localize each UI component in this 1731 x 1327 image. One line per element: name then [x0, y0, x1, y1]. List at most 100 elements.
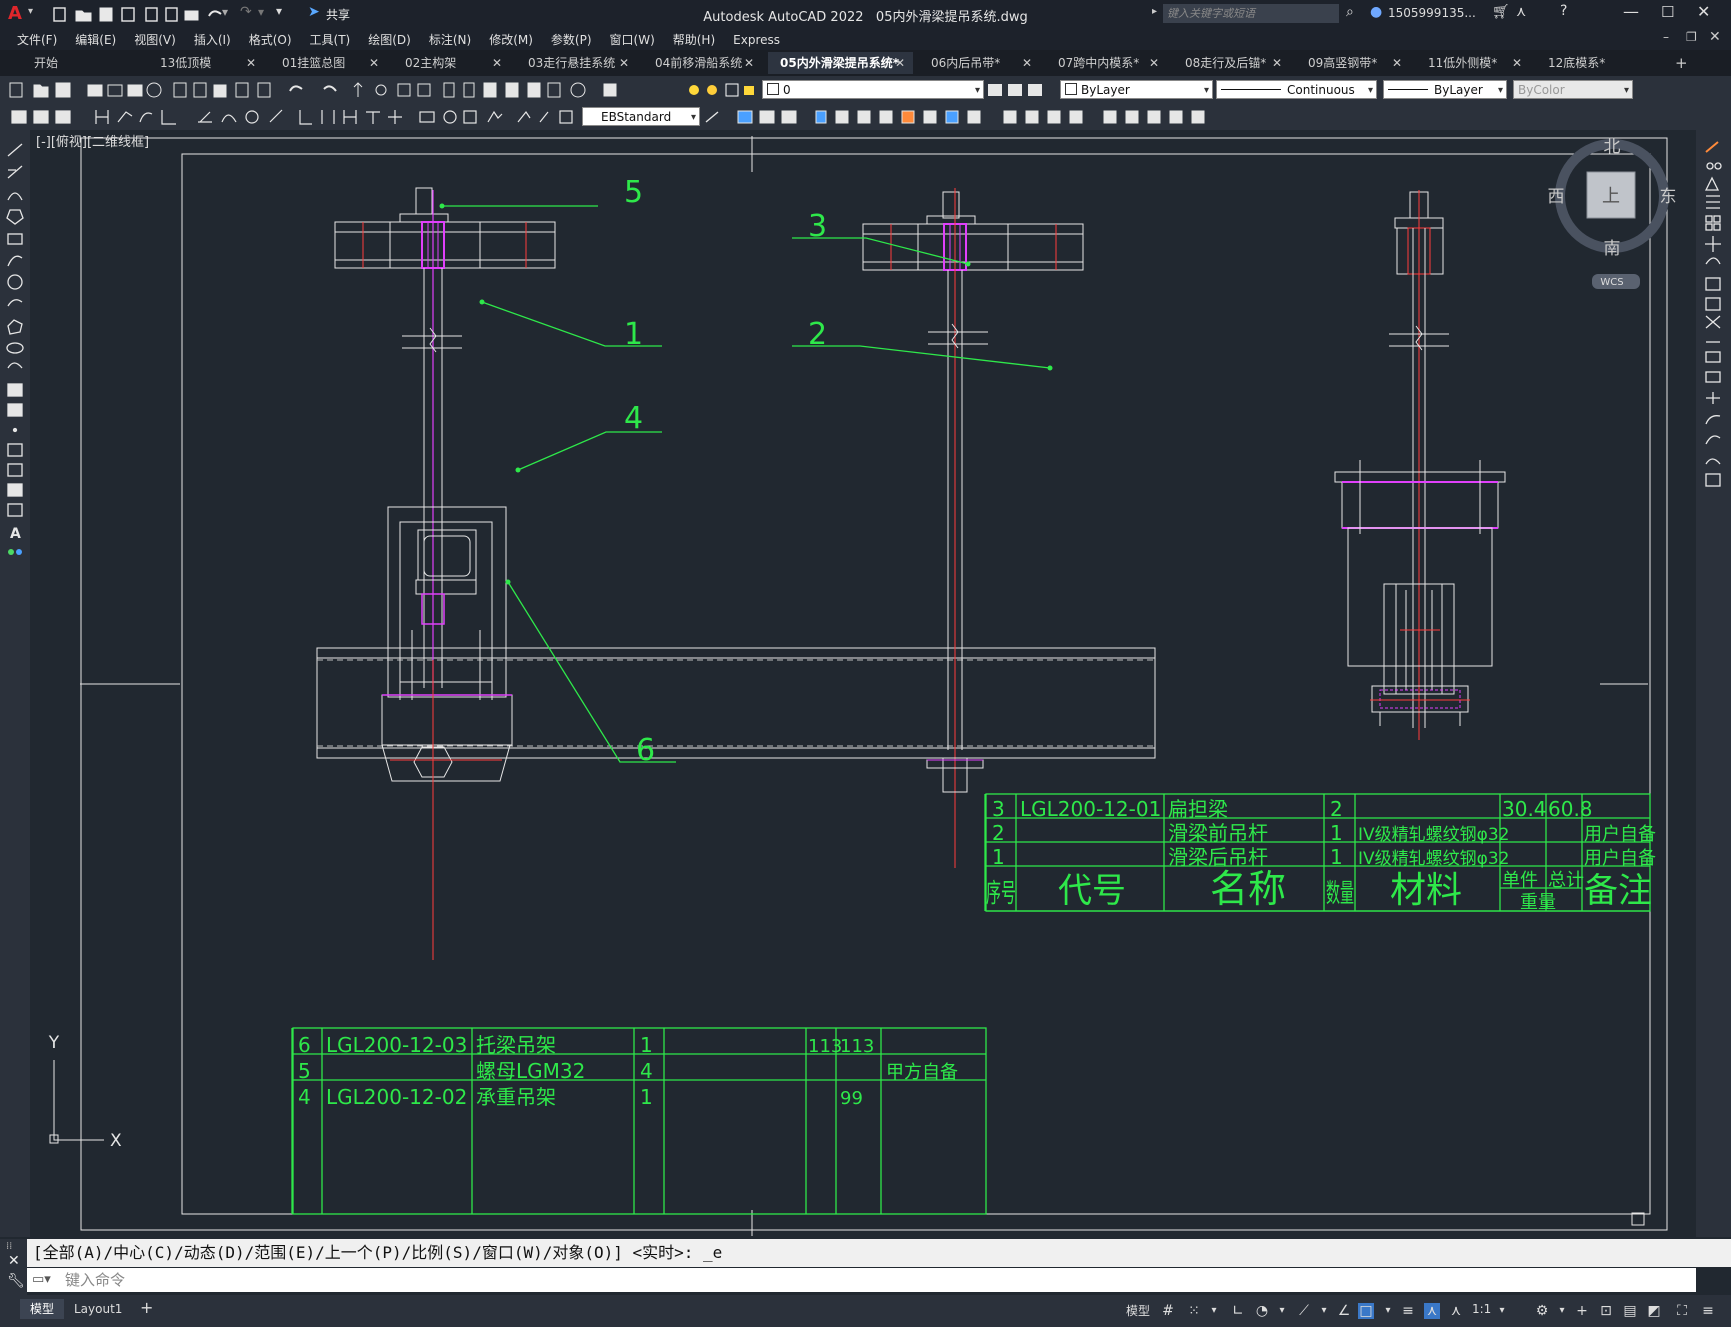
user-icon[interactable]: ● — [1370, 4, 1382, 20]
command-input[interactable]: 键入命令 — [27, 1268, 1696, 1292]
user-account[interactable]: 1505999135... — [1388, 6, 1476, 20]
menu-item-5[interactable]: 工具(T) — [301, 28, 360, 51]
lineweight-icon[interactable]: ≡ — [1400, 1303, 1416, 1319]
auto-scale-icon[interactable]: ⋏ — [1448, 1303, 1464, 1319]
viewcube[interactable]: 上 北 南 东 西 WCS — [1548, 137, 1677, 289]
menu-item-0[interactable]: 文件(F) — [8, 28, 66, 51]
share-icon[interactable]: ➤ — [308, 4, 320, 20]
menu-item-7[interactable]: 标注(N) — [420, 28, 480, 51]
tab-close-icon[interactable]: ✕ — [895, 52, 905, 74]
linetype-dropdown[interactable]: Continuous ▾ — [1216, 80, 1377, 99]
cmd-settings-icon[interactable]: 🔧︎ — [7, 1273, 25, 1289]
model-space-label[interactable]: 模型 — [1126, 1302, 1150, 1319]
viewport-controls-label[interactable]: [-][俯视][二维线框] — [36, 134, 149, 150]
file-tab-7[interactable]: 06内后吊带* ✕ — [919, 52, 1040, 74]
layer-dropdown[interactable]: 0 ▾ — [762, 80, 984, 99]
menu-item-3[interactable]: 插入(I) — [185, 28, 240, 51]
workspace-dropdown-icon[interactable]: ▾ — [1554, 1303, 1570, 1319]
quick-properties-icon[interactable]: ▤ — [1622, 1303, 1638, 1319]
cmd-prompt-icon[interactable]: ▭▾ — [32, 1272, 51, 1287]
share-button[interactable]: 共享 — [326, 6, 350, 23]
ortho-icon[interactable]: ∟ — [1230, 1303, 1246, 1319]
close-window-icon[interactable]: ✕ — [1697, 2, 1710, 21]
drawing-canvas[interactable]: [-][俯视][二维线框] 5 3 1 2 4 6 3 LGL200-12-01… — [30, 130, 1696, 1237]
file-tab-1[interactable]: 13低顶模 ✕ — [148, 52, 264, 74]
annotation-scale[interactable]: 1:1 — [1472, 1302, 1491, 1316]
file-tab-3[interactable]: 02主构架 ✕ — [393, 52, 510, 74]
layer-state-icons[interactable] — [686, 81, 756, 99]
object-snap-dropdown-icon[interactable]: ▾ — [1380, 1303, 1396, 1319]
lineweight-dropdown[interactable]: ByLayer ▾ — [1383, 80, 1507, 99]
tab-close-icon[interactable]: ✕ — [1512, 52, 1522, 74]
undo-dropdown-icon[interactable]: ▾ — [222, 5, 228, 19]
polar-dropdown-icon[interactable]: ▾ — [1274, 1303, 1290, 1319]
compass-east[interactable]: 东 — [1660, 187, 1677, 207]
file-tab-10[interactable]: 09高竖钢带* ✕ — [1296, 52, 1410, 74]
file-tab-5[interactable]: 04前移滑船系统 ✕ — [643, 52, 762, 74]
file-tab-9[interactable]: 08走行及后锚* ✕ — [1173, 52, 1290, 74]
menu-item-8[interactable]: 修改(M) — [480, 28, 542, 51]
file-tab-2[interactable]: 01挂篮总图 ✕ — [270, 52, 387, 74]
draw-toolbar-icons[interactable]: A — [0, 140, 30, 600]
dimension-toolbar-icons[interactable] — [8, 108, 578, 126]
tab-close-icon[interactable]: ✕ — [369, 52, 379, 74]
add-layout-icon[interactable]: + — [140, 1298, 153, 1317]
color-dropdown[interactable]: ByLayer ▾ — [1060, 80, 1213, 99]
tab-close-icon[interactable]: ✕ — [1392, 52, 1402, 74]
snap-dropdown-icon[interactable]: ▾ — [1206, 1303, 1222, 1319]
snap-icon[interactable]: ⁙ — [1186, 1303, 1202, 1319]
file-tab-11[interactable]: 11低外侧模* ✕ — [1416, 52, 1530, 74]
tab-close-icon[interactable]: ✕ — [744, 52, 754, 74]
grid-icon[interactable]: # — [1160, 1303, 1176, 1319]
redo-icon[interactable]: ↷ — [240, 4, 252, 20]
isodraft-dropdown-icon[interactable]: ▾ — [1316, 1303, 1332, 1319]
isolate-objects-icon[interactable]: ◩ — [1646, 1303, 1662, 1319]
tab-close-icon[interactable]: ✕ — [492, 52, 502, 74]
menu-item-9[interactable]: 参数(P) — [542, 28, 601, 51]
doc-minimize-icon[interactable]: – — [1663, 30, 1669, 44]
compass-north[interactable]: 北 — [1604, 137, 1621, 157]
menu-item-12[interactable]: Express — [724, 30, 789, 50]
model-tab[interactable]: 模型 — [20, 1299, 65, 1319]
object-snap-tracking-icon[interactable]: ∠ — [1336, 1303, 1352, 1319]
customization-icon[interactable]: ≡ — [1700, 1303, 1716, 1319]
cart-icon[interactable]: 🛒︎ — [1492, 4, 1510, 20]
customize-qat-icon[interactable]: ▾ — [276, 4, 282, 18]
tab-close-icon[interactable]: ✕ — [246, 52, 256, 74]
compass-south[interactable]: 南 — [1604, 239, 1621, 259]
standard-toolbar-icons[interactable] — [8, 81, 688, 99]
new-tab-icon[interactable]: + — [1675, 54, 1688, 72]
file-tab-8[interactable]: 07跨中内模系* ✕ — [1046, 52, 1167, 74]
annotation-scale-dropdown-icon[interactable]: ▾ — [1494, 1303, 1510, 1319]
maximize-window-icon[interactable]: ☐ — [1661, 3, 1674, 21]
file-tab-12[interactable]: 12底模系* — [1536, 52, 1686, 74]
tab-close-icon[interactable]: ✕ — [1272, 52, 1282, 74]
compass-west[interactable]: 西 — [1548, 187, 1565, 207]
layer-tools-icons[interactable] — [984, 81, 1048, 99]
menu-item-11[interactable]: 帮助(H) — [664, 28, 724, 51]
units-icon[interactable]: ⊡ — [1598, 1303, 1614, 1319]
polar-icon[interactable]: ◔ — [1254, 1303, 1270, 1319]
help-icon[interactable]: ? — [1560, 3, 1567, 19]
file-tab-0[interactable]: 开始 — [22, 52, 142, 74]
search-expand-icon[interactable]: ▸ — [1152, 6, 1157, 17]
app-menu-chevron-icon[interactable]: ▾ — [28, 6, 33, 17]
save-as-icon[interactable] — [160, 5, 176, 21]
cmd-close-icon[interactable]: ✕ — [8, 1253, 20, 1269]
modify-toolbar-icons[interactable] — [704, 108, 1224, 126]
cmd-grip-icon[interactable]: ⁞⁞ — [6, 1241, 12, 1252]
plotstyle-dropdown[interactable]: ByColor ▾ — [1513, 80, 1633, 99]
autodesk-app-icon[interactable]: ⋏ — [1516, 4, 1526, 20]
layout1-tab[interactable]: Layout1 — [64, 1299, 132, 1319]
tab-close-icon[interactable]: ✕ — [1022, 52, 1032, 74]
menu-item-6[interactable]: 绘图(D) — [359, 28, 420, 51]
isodraft-icon[interactable]: ⟋ — [1296, 1303, 1312, 1319]
workspace-gear-icon[interactable]: ⚙ — [1534, 1303, 1550, 1319]
tab-close-icon[interactable]: ✕ — [1149, 52, 1159, 74]
annotation-visibility-icon[interactable]: ⋏ — [1424, 1303, 1440, 1319]
file-tab-4[interactable]: 03走行悬挂系统 ✕ — [516, 52, 637, 74]
autocad-logo-icon[interactable]: A — [8, 3, 22, 24]
menu-item-2[interactable]: 视图(V) — [125, 28, 185, 51]
redo-dropdown-icon[interactable]: ▾ — [258, 5, 264, 19]
search-icon[interactable]: ⌕ — [1346, 4, 1354, 20]
